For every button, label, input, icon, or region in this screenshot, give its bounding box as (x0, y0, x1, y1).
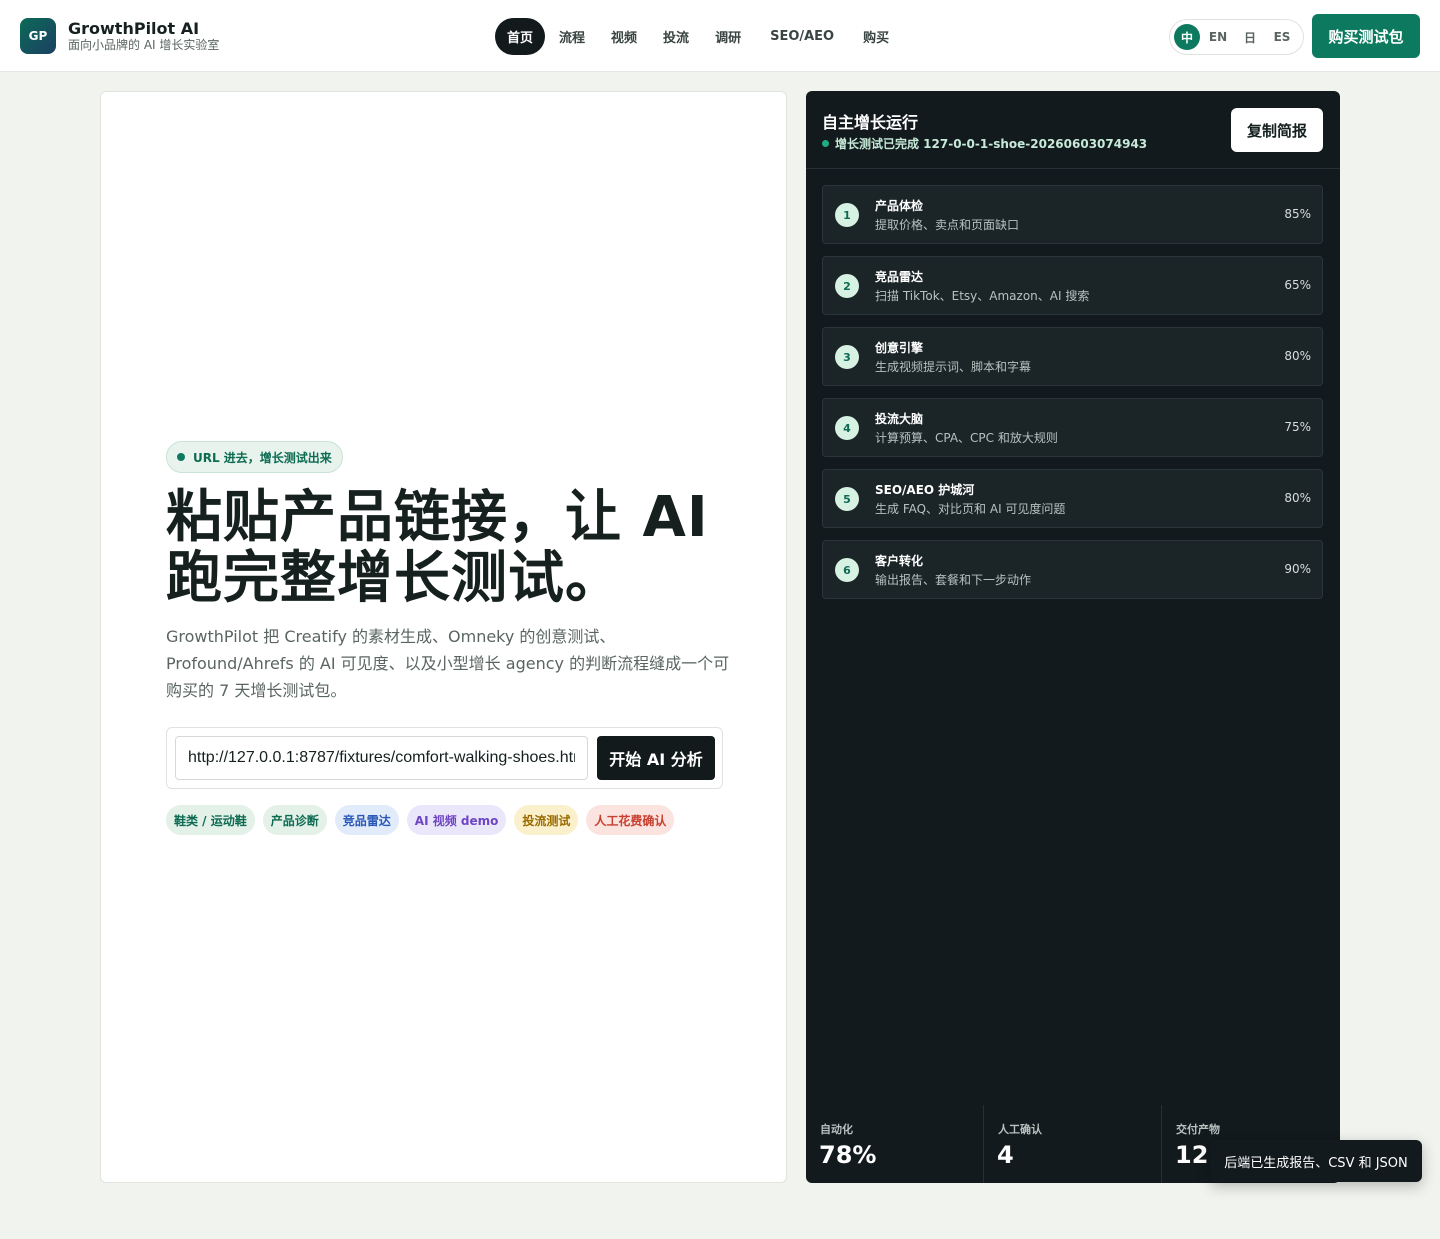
tag-category[interactable]: 鞋类 / 运动鞋 (166, 805, 255, 835)
step-title: 创意引擎 (875, 341, 924, 355)
step-list: 1 产品体检 提取价格、卖点和页面缺口 85% 2 竞品雷达 扫描 TikTok… (822, 185, 1323, 611)
panel-header: 自主增长运行 增长测试已完成 127-0-0-1-shoe-2026060307… (806, 91, 1340, 169)
lang-es[interactable]: ES (1268, 24, 1296, 50)
nav-ads[interactable]: 投流 (651, 18, 701, 55)
nav-flow[interactable]: 流程 (547, 18, 597, 55)
brand[interactable]: GP GrowthPilot AI 面向小品牌的 AI 增长实验室 (20, 18, 219, 54)
panel-title: 自主增长运行 (822, 113, 919, 132)
metric-manual-confirm: 人工确认 4 (984, 1105, 1162, 1183)
product-url-input[interactable] (175, 736, 588, 780)
nav-home[interactable]: 首页 (495, 18, 546, 55)
panel-status: 增长测试已完成 127-0-0-1-shoe-20260603074943 (822, 135, 1147, 152)
step-title: 投流大脑 (875, 412, 924, 426)
step-title: SEO/AEO 护城河 (875, 483, 975, 497)
top-header: GP GrowthPilot AI 面向小品牌的 AI 增长实验室 首页 流程 … (0, 0, 1440, 72)
panel-status-text: 增长测试已完成 127-0-0-1-shoe-20260603074943 (835, 137, 1148, 151)
hero-card: URL 进去，增长测试出来 粘贴产品链接，让 AI 跑完整增长测试。 Growt… (100, 91, 787, 1183)
hero-title: 粘贴产品链接，让 AI 跑完整增长测试。 (166, 487, 736, 609)
step-percent: 90% (1284, 562, 1311, 576)
buy-test-pack-button[interactable]: 购买测试包 (1312, 14, 1420, 58)
tag-spend-confirm[interactable]: 人工花费确认 (586, 805, 675, 835)
step-percent: 75% (1284, 420, 1311, 434)
hero: URL 进去，增长测试出来 粘贴产品链接，让 AI 跑完整增长测试。 Growt… (166, 441, 736, 704)
step-number: 6 (835, 558, 859, 582)
copy-brief-button[interactable]: 复制简报 (1231, 108, 1323, 152)
step-description: 输出报告、套餐和下一步动作 (875, 573, 1032, 587)
metric-label: 自动化 (820, 1123, 853, 1136)
step-item: 5 SEO/AEO 护城河 生成 FAQ、对比页和 AI 可见度问题 80% (822, 469, 1323, 528)
nav-buy[interactable]: 购买 (851, 18, 901, 55)
metric-value: 12 (1175, 1141, 1209, 1169)
tag-list: 鞋类 / 运动鞋 产品诊断 竞品雷达 AI 视频 demo 投流测试 人工花费确… (166, 805, 675, 835)
brand-name: GrowthPilot AI (68, 19, 200, 38)
metric-label: 人工确认 (998, 1123, 1042, 1136)
tag-ads-test[interactable]: 投流测试 (514, 805, 579, 835)
step-title: 客户转化 (875, 554, 924, 568)
metric-label: 交付产物 (1176, 1123, 1220, 1136)
hero-pill-text: URL 进去，增长测试出来 (193, 450, 332, 465)
step-description: 生成视频提示词、脚本和字幕 (875, 360, 1032, 374)
step-number: 1 (835, 203, 859, 227)
growth-run-panel: 自主增长运行 增长测试已完成 127-0-0-1-shoe-2026060307… (806, 91, 1340, 1183)
step-item: 2 竞品雷达 扫描 TikTok、Etsy、Amazon、AI 搜索 65% (822, 256, 1323, 315)
step-item: 6 客户转化 输出报告、套餐和下一步动作 90% (822, 540, 1323, 599)
step-percent: 85% (1284, 207, 1311, 221)
step-description: 生成 FAQ、对比页和 AI 可见度问题 (875, 502, 1066, 516)
lang-ja[interactable]: 日 (1236, 24, 1264, 50)
hero-title-line1: 粘贴产品链接，让 AI (166, 485, 709, 550)
tag-diagnosis[interactable]: 产品诊断 (262, 805, 327, 835)
toast-notification: 后端已生成报告、CSV 和 JSON (1210, 1140, 1422, 1182)
hero-description: GrowthPilot 把 Creatify 的素材生成、Omneky 的创意测… (166, 627, 730, 700)
step-description: 提取价格、卖点和页面缺口 (875, 218, 1020, 232)
main-nav: 首页 流程 视频 投流 调研 SEO/AEO 购买 (495, 18, 901, 55)
metric-value: 78% (819, 1141, 877, 1169)
nav-seo-aeo[interactable]: SEO/AEO (755, 18, 849, 55)
step-number: 4 (835, 416, 859, 440)
hero-pill: URL 进去，增长测试出来 (166, 441, 343, 473)
step-percent: 80% (1284, 349, 1311, 363)
step-item: 4 投流大脑 计算预算、CPA、CPC 和放大规则 75% (822, 398, 1323, 457)
language-switcher: 中 EN 日 ES (1169, 19, 1304, 55)
lang-en[interactable]: EN (1204, 24, 1232, 50)
brand-logo: GP (20, 18, 56, 54)
metric-value: 4 (997, 1141, 1014, 1169)
step-description: 扫描 TikTok、Etsy、Amazon、AI 搜索 (875, 289, 1090, 303)
step-title: 产品体检 (875, 199, 924, 213)
nav-research[interactable]: 调研 (703, 18, 753, 55)
brand-subtitle: 面向小品牌的 AI 增长实验室 (68, 38, 220, 52)
step-number: 5 (835, 487, 859, 511)
nav-video[interactable]: 视频 (599, 18, 649, 55)
step-title: 竞品雷达 (875, 270, 924, 284)
step-item: 3 创意引擎 生成视频提示词、脚本和字幕 80% (822, 327, 1323, 386)
status-dot-icon (822, 140, 829, 147)
tag-competitor-radar[interactable]: 竞品雷达 (334, 805, 399, 835)
tag-ai-video-demo[interactable]: AI 视频 demo (406, 805, 507, 835)
status-dot-icon (177, 453, 185, 461)
lang-zh[interactable]: 中 (1174, 24, 1200, 50)
step-number: 2 (835, 274, 859, 298)
step-item: 1 产品体检 提取价格、卖点和页面缺口 85% (822, 185, 1323, 244)
url-form: 开始 AI 分析 (166, 727, 723, 789)
hero-title-line2: 跑完整增长测试。 (166, 546, 622, 611)
step-percent: 65% (1284, 278, 1311, 292)
metric-automation: 自动化 78% (806, 1105, 984, 1183)
step-percent: 80% (1284, 491, 1311, 505)
start-ai-analysis-button[interactable]: 开始 AI 分析 (597, 736, 715, 780)
step-description: 计算预算、CPA、CPC 和放大规则 (875, 431, 1058, 445)
step-number: 3 (835, 345, 859, 369)
